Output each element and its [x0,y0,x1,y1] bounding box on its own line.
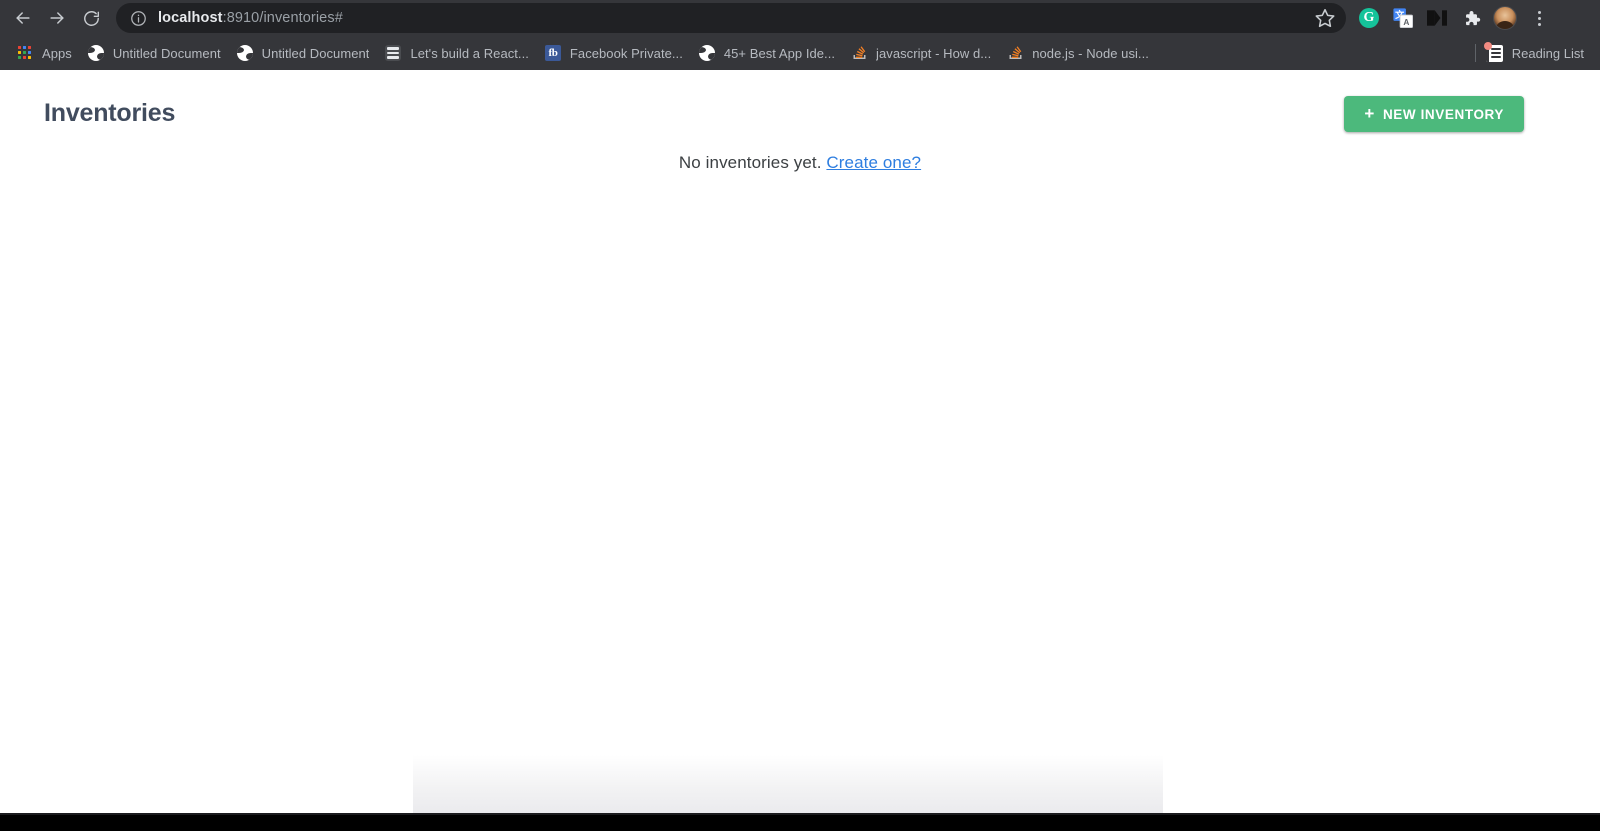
reading-list-badge [1483,41,1492,50]
puzzle-piece-icon [1465,10,1480,25]
screen: localhost:8910/inventories# G 文 A Apps U… [0,0,1600,831]
extensions-strip: G 文 A [1352,3,1556,33]
new-inventory-label: NEW INVENTORY [1382,106,1504,122]
profile-button[interactable] [1488,3,1522,33]
create-one-link[interactable]: Create one? [826,153,921,172]
grammarly-icon: G [1359,8,1379,28]
bookmark-45-best-app-ideas[interactable]: 45+ Best App Ide... [691,41,843,65]
back-button[interactable] [6,3,40,33]
svg-text:A: A [1403,17,1409,27]
dock-glow [413,755,1163,815]
bookmark-apps[interactable]: Apps [10,41,80,65]
stack-overflow-icon [853,46,866,59]
page-viewport: Inventories + NEW INVENTORY No inventori… [0,70,1600,815]
bookmark-label: Untitled Document [261,45,370,61]
browser-toolbar: localhost:8910/inventories# G 文 A [0,0,1600,36]
bookmark-label: 45+ Best App Ide... [723,45,836,61]
grammarly-extension-button[interactable]: G [1352,3,1386,33]
info-circle-icon[interactable] [130,10,147,27]
reading-list-button[interactable]: Reading List [1465,41,1592,65]
new-inventory-button[interactable]: + NEW INVENTORY [1344,96,1524,132]
bookmark-label: javascript - How d... [876,45,992,61]
address-bar[interactable]: localhost:8910/inventories# [116,3,1346,33]
bookmark-label: Facebook Private... [569,45,683,61]
reload-button[interactable] [74,3,108,33]
list-page-icon [385,45,402,61]
bookmark-nodejs-node-using[interactable]: node.js - Node usi... [999,41,1157,65]
extensions-menu-button[interactable] [1454,3,1488,33]
reload-icon [83,10,99,26]
bookmark-javascript-how-do[interactable]: javascript - How d... [843,41,999,65]
empty-state: No inventories yet. Create one? [0,153,1600,173]
back-arrow-icon [16,12,30,24]
address-bar-text[interactable]: localhost:8910/inventories# [158,10,343,26]
bookmark-label: Apps [42,45,72,61]
bookmark-untitled-document-1[interactable]: Untitled Document [80,41,229,65]
medium-extension-button[interactable] [1420,3,1454,33]
screen-bottom-bezel [0,815,1600,831]
empty-state-text: No inventories yet. [678,153,822,172]
stack-overflow-icon [1009,46,1022,59]
bookmark-label: Untitled Document [112,45,221,61]
reading-list-icon [1483,41,1503,62]
page-header: Inventories + NEW INVENTORY [0,70,1600,132]
bookmark-label: Let's build a React... [410,45,529,61]
plus-icon: + [1364,103,1375,123]
chrome-menu-button[interactable] [1522,3,1556,33]
bookmark-facebook-private[interactable]: fb Facebook Private... [537,41,691,65]
bookmark-label: node.js - Node usi... [1032,45,1149,61]
globe-icon [87,45,104,61]
medium-icon [1427,10,1447,26]
browser-chrome: localhost:8910/inventories# G 文 A Apps U… [0,0,1600,70]
page-title: Inventories [44,99,176,128]
bookmark-star-icon[interactable] [1314,7,1336,29]
kebab-menu-icon [1530,9,1548,27]
url-path: :8910/inventories# [222,10,343,26]
apps-grid-icon [18,45,33,61]
toolbar-divider [1474,44,1476,62]
facebook-icon: fb [544,45,561,61]
globe-icon [698,45,715,61]
reading-list-label: Reading List [1511,45,1584,61]
globe-icon [236,45,253,61]
avatar-icon [1493,6,1517,30]
forward-button[interactable] [40,3,74,33]
bookmark-lets-build-a-react[interactable]: Let's build a React... [377,41,536,65]
url-host: localhost [158,10,223,26]
google-translate-icon: 文 A [1393,8,1413,28]
bookmark-untitled-document-2[interactable]: Untitled Document [229,41,378,65]
google-translate-extension-button[interactable]: 文 A [1386,3,1420,33]
forward-arrow-icon [50,12,64,24]
bookmarks-bar: Apps Untitled Document Untitled Document… [0,36,1600,70]
